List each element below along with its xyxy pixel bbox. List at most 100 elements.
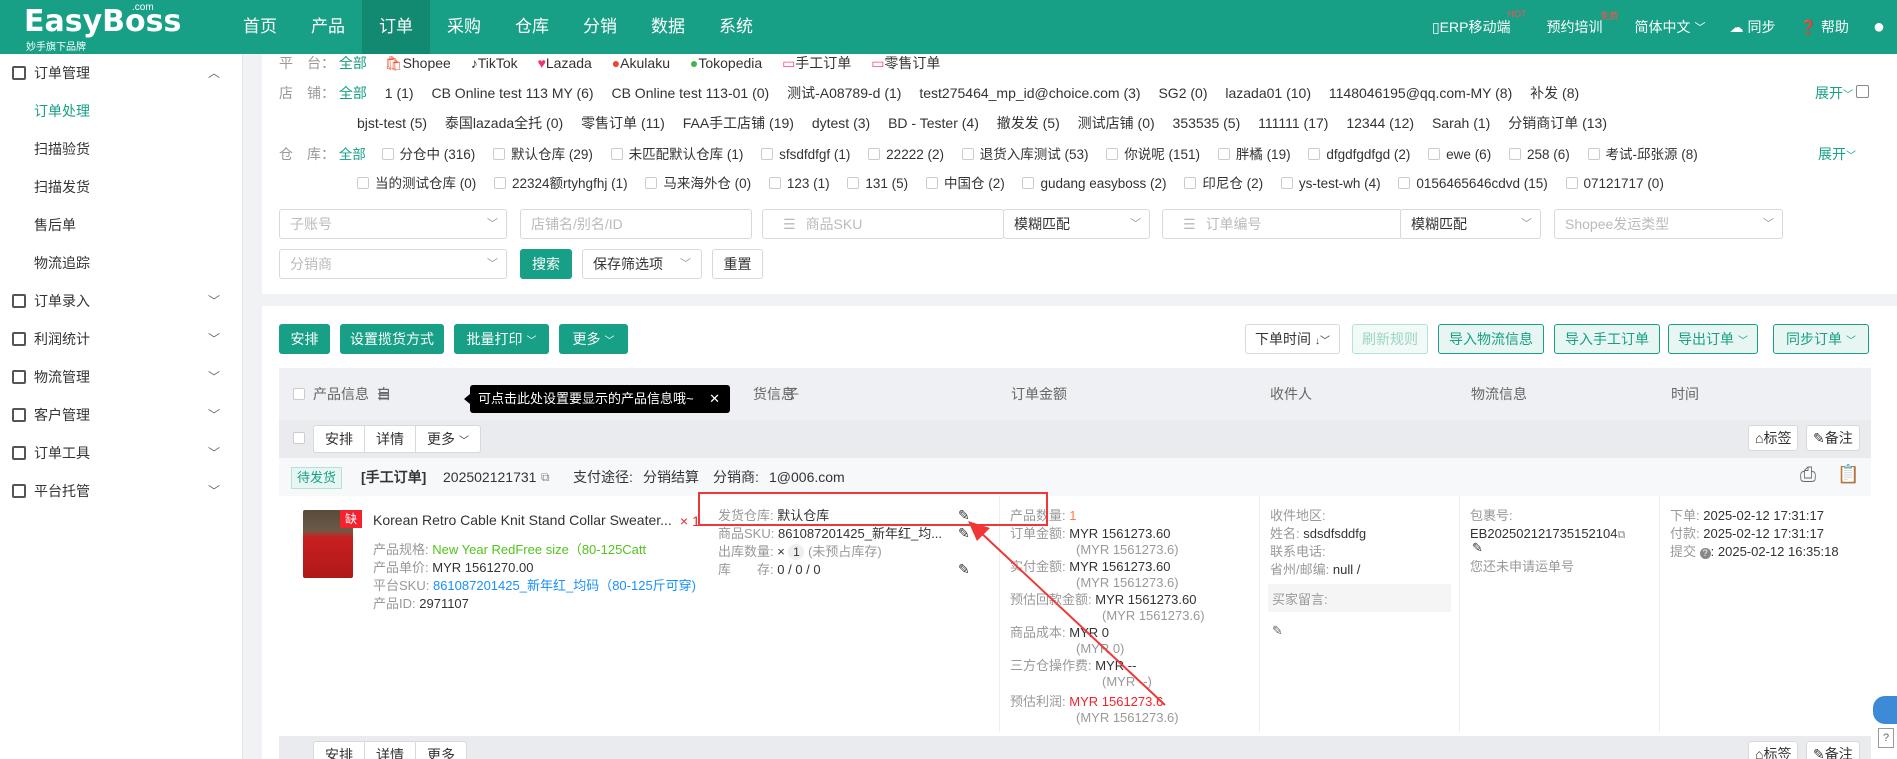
order-match-select[interactable]: 模糊匹配 ﹀ xyxy=(1400,209,1541,239)
sku-match-select[interactable]: 模糊匹配 ﹀ xyxy=(1003,209,1150,239)
sub-account-select[interactable]: 子账号 ﹀ xyxy=(279,209,507,239)
platform-manual[interactable]: ▭手工订单 xyxy=(782,55,851,71)
checkbox[interactable] xyxy=(1508,148,1521,160)
sidebar-group-logistics[interactable]: 物流管理 ﹀ xyxy=(0,358,242,396)
sidebar-item-scan-ship[interactable]: 扫描发货 xyxy=(0,168,242,206)
shop-item[interactable]: 泰国lazada全托 (0) xyxy=(445,115,563,131)
checkbox[interactable] xyxy=(493,148,506,160)
arrange-button[interactable]: 安排 xyxy=(279,324,330,354)
mobile-link[interactable]: ▯ ERP移动端 HOT xyxy=(1432,9,1527,37)
order-number[interactable]: 20250212173​1 xyxy=(443,458,536,496)
warehouse-option[interactable]: ewe (6) xyxy=(1428,147,1491,162)
warehouse-option[interactable]: 默认仓库 (29) xyxy=(493,147,593,162)
row-detail-button[interactable]: 详情 xyxy=(365,742,416,759)
row-detail-button[interactable]: 详情 xyxy=(365,426,416,452)
sidebar-group-order-entry[interactable]: 订单录入 ﹀ xyxy=(0,282,242,320)
warehouse-option[interactable]: 当的测试仓库 (0) xyxy=(357,176,476,191)
menu-data[interactable]: 数据 xyxy=(634,0,702,54)
shop-expand[interactable]: 展开﹀ xyxy=(1815,84,1853,105)
sidebar-group-hosting[interactable]: 平台托管 ﹀ xyxy=(0,472,242,510)
tag-button[interactable]: ⌂标签 xyxy=(1748,741,1799,759)
menu-warehouse[interactable]: 仓库 xyxy=(498,0,566,54)
export-orders-button[interactable]: 导出订单 ﹀ xyxy=(1668,324,1758,354)
checkbox[interactable] xyxy=(768,177,781,189)
sidebar-item-scan-inspect[interactable]: 扫描验货 xyxy=(0,130,242,168)
checkbox[interactable] xyxy=(1398,177,1411,189)
sidebar-group-customer[interactable]: 客户管理 ﹀ xyxy=(0,396,242,434)
menu-purchase[interactable]: 采购 xyxy=(430,0,498,54)
platform-sku-value[interactable]: 861087201425_新年红_均码（80-125斤可穿) xyxy=(433,578,696,593)
platform-tokopedia[interactable]: ●Tokopedia xyxy=(690,55,762,71)
warehouse-all[interactable]: 全部 xyxy=(339,147,366,162)
shop-item[interactable]: 12344 (12) xyxy=(1346,115,1414,131)
edit-receiver-icon[interactable]: ✎ xyxy=(1272,623,1283,639)
more-button[interactable]: 更多 ﹀ xyxy=(559,324,628,354)
language-select[interactable]: 简体中文 ﹀ xyxy=(1634,17,1705,37)
shop-item[interactable]: test275464_mp_id@choice.com (3) xyxy=(919,85,1140,101)
checkbox[interactable] xyxy=(761,148,774,160)
row-more-button[interactable]: 更多 xyxy=(416,742,466,759)
warehouse-option[interactable]: dfgdfgdfgd (2) xyxy=(1308,147,1410,162)
select-all-checkbox[interactable] xyxy=(293,388,305,400)
search-button[interactable]: 搜索 xyxy=(520,249,572,279)
shop-item[interactable]: CB Online test 113-01 (0) xyxy=(611,85,769,101)
platform-all[interactable]: 全部 xyxy=(339,55,367,71)
warehouse-option[interactable]: 07121717 (0) xyxy=(1565,176,1664,191)
training-link[interactable]: 预约培训 免费 xyxy=(1546,11,1618,37)
checkbox[interactable] xyxy=(1280,177,1293,189)
reset-button[interactable]: 重置 xyxy=(712,249,763,279)
checkbox[interactable] xyxy=(1565,177,1578,189)
checkbox[interactable] xyxy=(961,148,974,160)
checkbox[interactable] xyxy=(925,177,938,189)
shop-item[interactable]: CB Online test 113 MY (6) xyxy=(431,85,593,101)
user-avatar[interactable]: ● xyxy=(1873,16,1885,39)
platform-akulaku[interactable]: ●Akulaku xyxy=(612,55,670,71)
close-icon[interactable]: ✕ xyxy=(709,385,720,413)
refresh-rule-button[interactable]: 刷新规则 xyxy=(1352,324,1428,354)
warehouse-option[interactable]: 马来海外仓 (0) xyxy=(645,176,751,191)
warehouse-expand[interactable]: 展开﹀ xyxy=(1818,145,1856,166)
checkbox[interactable] xyxy=(1587,148,1600,160)
shop-item[interactable]: 测试店铺 (0) xyxy=(1078,115,1155,131)
product-sku-input[interactable]: ☰ 商品SKU xyxy=(762,209,1004,239)
sync-orders-button[interactable]: 同步订单 ﹀ xyxy=(1773,324,1869,354)
warehouse-option[interactable]: 0156465646cdvd (15) xyxy=(1398,176,1548,191)
shop-item[interactable]: 111111 (17) xyxy=(1258,115,1328,131)
customer-service-avatar[interactable] xyxy=(1873,696,1897,724)
warehouse-option[interactable]: 胖橘 (19) xyxy=(1217,147,1291,162)
sidebar-group-profit[interactable]: 利润统计 ﹀ xyxy=(0,320,242,358)
row-more-button[interactable]: 更多 ﹀ xyxy=(416,426,480,452)
shop-item[interactable]: dytest (3) xyxy=(812,115,870,131)
save-filter-button[interactable]: 保存筛选项 ﹀ xyxy=(582,249,702,279)
sidebar-group-order-management[interactable]: 订单管理 ︿ xyxy=(0,54,242,92)
shop-name-input[interactable]: 店铺名/别名/ID xyxy=(520,209,752,239)
logo[interactable]: EasyBoss xyxy=(24,4,181,39)
menu-distribution[interactable]: 分销 xyxy=(566,0,634,54)
warehouse-option[interactable]: 131 (5) xyxy=(847,176,908,191)
sync-button[interactable]: ☁ 同步 xyxy=(1729,17,1775,37)
warehouse-option[interactable]: sfsdfdfgf (1) xyxy=(761,147,850,162)
shop-item[interactable]: Sarah (1) xyxy=(1432,115,1490,131)
batch-print-button[interactable]: 批量打印 ﹀ xyxy=(454,324,549,354)
copy-icon[interactable]: ⧉ xyxy=(541,458,550,496)
shop-item[interactable]: 353535 (5) xyxy=(1173,115,1241,131)
menu-order[interactable]: 订单 xyxy=(362,0,430,54)
shop-item[interactable]: FAA手工店铺 (19) xyxy=(683,115,794,131)
import-logistics-button[interactable]: 导入物流信息 xyxy=(1438,324,1544,354)
question-icon[interactable]: ? xyxy=(1699,548,1711,559)
remark-button[interactable]: ✎备注 xyxy=(1806,741,1860,759)
distributor-select[interactable]: 分销商 ﹀ xyxy=(279,249,507,279)
sidebar-group-tools[interactable]: 订单工具 ﹀ xyxy=(0,434,242,472)
warehouse-option[interactable]: 印尼仓 (2) xyxy=(1184,176,1263,191)
checkbox[interactable] xyxy=(1022,177,1035,189)
help-float-icon[interactable]: ? xyxy=(1878,728,1894,748)
shop-item[interactable]: 测试-A08789-d (1) xyxy=(787,85,901,101)
warehouse-option[interactable]: 中国仓 (2) xyxy=(925,176,1005,191)
help-button[interactable]: ❓ 帮助 xyxy=(1799,17,1848,37)
warehouse-option[interactable]: gudang easyboss (2) xyxy=(1022,176,1167,191)
platform-tiktok[interactable]: ♪TikTok xyxy=(471,55,518,71)
clipboard-icon[interactable]: 📋 xyxy=(1837,464,1859,485)
warehouse-option[interactable]: 退货入库测试 (53) xyxy=(961,147,1089,162)
import-manual-button[interactable]: 导入手工订单 xyxy=(1554,324,1660,354)
warehouse-option[interactable]: 你说呢 (151) xyxy=(1106,147,1200,162)
